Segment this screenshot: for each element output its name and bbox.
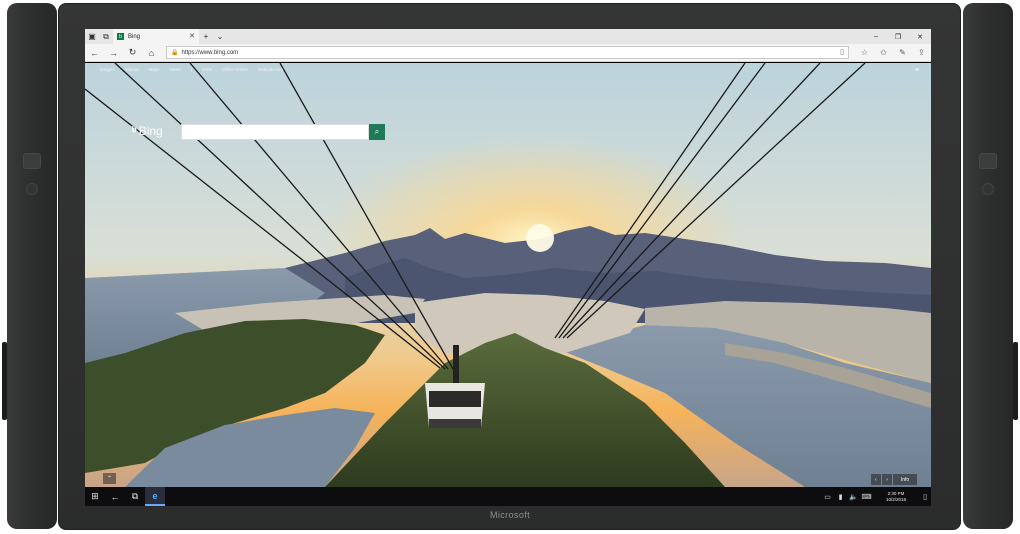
forward-icon[interactable]: → <box>104 44 123 62</box>
tab-bar: ▣ ⧉ b Bing ✕ + ⌄ – ❐ ✕ <box>85 29 931 44</box>
nav-images[interactable]: Images <box>100 67 115 72</box>
nav-videos[interactable]: Videos <box>125 67 139 72</box>
search-button[interactable]: ⌕ <box>369 124 385 140</box>
bing-logo-text: Bing <box>138 124 163 138</box>
right-sensor <box>982 183 994 195</box>
image-info-button[interactable]: Info <box>893 474 917 485</box>
right-speaker-button[interactable] <box>979 153 997 169</box>
address-bar: ← → ↻ ⌂ 🔒 https://www.bing.com ▯ ☆ ✩ ✎ ⇪ <box>85 44 931 62</box>
url-field[interactable]: 🔒 https://www.bing.com ▯ <box>166 46 849 59</box>
left-speaker-button[interactable] <box>23 153 41 169</box>
scroll-up-button[interactable]: ⌃ <box>103 473 116 484</box>
share-icon[interactable]: ⇪ <box>912 44 931 62</box>
nav-divider: | <box>190 67 192 72</box>
toolbar-right: ☆ ✩ ✎ ⇪ <box>855 44 931 62</box>
nav-outlook[interactable]: Outlook.com <box>258 67 283 72</box>
menu-icon[interactable]: ≡ <box>915 67 919 74</box>
favorites-hub-icon[interactable]: ✩ <box>874 44 893 62</box>
url-text: https://www.bing.com <box>181 49 239 56</box>
network-icon[interactable]: ▭ <box>821 493 834 501</box>
bing-logo: ᵇ Bing <box>132 124 163 138</box>
left-speaker <box>7 3 57 529</box>
close-button[interactable]: ✕ <box>909 29 931 44</box>
clock[interactable]: 2:30 PM 10/2/2018 <box>873 491 919 503</box>
volume-icon[interactable]: 🔈 <box>847 493 860 501</box>
new-tab-button[interactable]: + <box>199 29 213 44</box>
taskbar: ⊞ ← ⧉ e ▭ ▮ 🔈 ⌨ 2:30 PM 10/2/2018 ▯ <box>85 487 931 506</box>
top-nav: Images Videos Maps News | MSN Office Onl… <box>100 67 283 72</box>
maximize-button[interactable]: ❐ <box>887 29 909 44</box>
nav-office[interactable]: Office Online <box>222 67 248 72</box>
bing-mark-icon: ᵇ <box>132 124 137 138</box>
taskbar-back-icon[interactable]: ← <box>105 487 125 506</box>
left-mount <box>2 342 7 420</box>
action-center-icon[interactable]: ▯ <box>919 487 931 506</box>
refresh-icon[interactable]: ↻ <box>123 44 142 62</box>
nav-maps[interactable]: Maps <box>148 67 159 72</box>
clock-date: 10/2/2018 <box>885 496 907 502</box>
system-tray: ▭ ▮ 🔈 ⌨ 2:30 PM 10/2/2018 ▯ <box>821 487 931 506</box>
search-input[interactable] <box>181 124 369 140</box>
set-aside-tabs-icon[interactable]: ▣ <box>85 29 99 44</box>
tab-bing[interactable]: b Bing ✕ <box>113 29 199 44</box>
left-sensor <box>26 183 38 195</box>
home-icon[interactable]: ⌂ <box>142 44 161 62</box>
reading-view-icon[interactable]: ▯ <box>840 48 844 56</box>
minimize-button[interactable]: – <box>865 29 887 44</box>
info-label: Info <box>900 476 910 483</box>
tabs-aside-icon[interactable]: ⧉ <box>99 29 113 44</box>
notes-pen-icon[interactable]: ✎ <box>893 44 912 62</box>
tab-preview-button[interactable]: ⌄ <box>213 29 227 44</box>
tab-title: Bing <box>128 33 141 40</box>
brand-label: Microsoft <box>489 510 531 520</box>
battery-icon[interactable]: ▮ <box>834 493 847 501</box>
screen: ▣ ⧉ b Bing ✕ + ⌄ – ❐ ✕ ← → ↻ ⌂ 🔒 https:/… <box>85 29 931 506</box>
stage: Microsoft ▣ ⧉ b Bing ✕ + ⌄ – ❐ ✕ ← → ↻ ⌂ <box>0 0 1020 534</box>
previous-image-button[interactable]: ‹ <box>871 474 881 485</box>
window-controls: – ❐ ✕ <box>865 29 931 44</box>
start-windows-icon[interactable]: ⊞ <box>85 487 105 506</box>
bing-favicon-icon: b <box>117 33 124 40</box>
nav-msn[interactable]: MSN <box>202 67 212 72</box>
keyboard-icon[interactable]: ⌨ <box>860 493 873 501</box>
task-view-icon[interactable]: ⧉ <box>125 487 145 506</box>
favorites-star-icon[interactable]: ☆ <box>855 44 874 62</box>
right-speaker <box>963 3 1013 529</box>
image-controls: ‹ › Info <box>870 474 917 485</box>
nav-news[interactable]: News <box>169 67 180 72</box>
next-image-button[interactable]: › <box>882 474 892 485</box>
tab-close-icon[interactable]: ✕ <box>189 32 195 40</box>
bing-homepage: Images Videos Maps News | MSN Office Onl… <box>85 63 931 487</box>
back-icon[interactable]: ← <box>85 44 104 62</box>
right-mount <box>1013 342 1018 420</box>
edge-browser-icon[interactable]: e <box>145 487 165 506</box>
lock-icon: 🔒 <box>171 50 179 56</box>
